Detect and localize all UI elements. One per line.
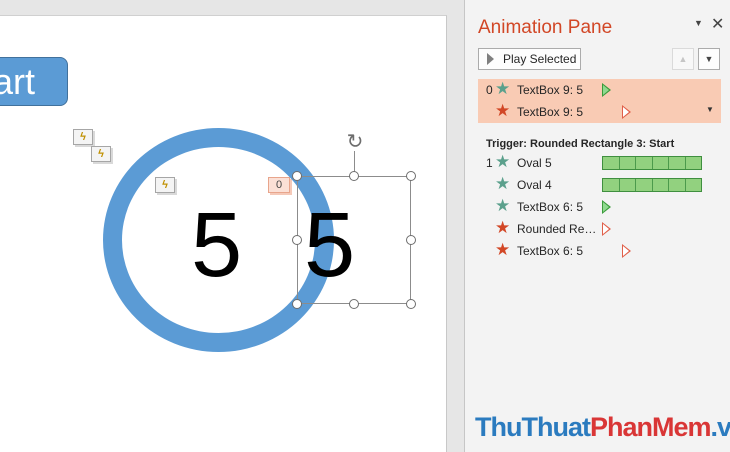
- start-rounded-rectangle[interactable]: art: [0, 57, 68, 106]
- resize-handle-bottom-left[interactable]: [292, 299, 302, 309]
- lightning-icon[interactable]: ϟ: [91, 146, 111, 162]
- lightning-icon[interactable]: ϟ: [73, 129, 93, 145]
- trigger-header: Trigger: Rounded Rectangle 3: Start: [486, 138, 675, 150]
- textbox-6-digit[interactable]: 5: [191, 199, 242, 291]
- row-label: TextBox 6: 5: [517, 200, 584, 214]
- animation-row[interactable]: ★ TextBox 6: 5: [478, 196, 721, 218]
- move-down-button[interactable]: ▼: [698, 48, 720, 70]
- close-icon[interactable]: ✕: [711, 14, 724, 34]
- watermark: ThuThuatPhanMem.vn: [475, 412, 730, 443]
- row-order-number: 0: [486, 83, 493, 97]
- resize-handle-bottom[interactable]: [349, 299, 359, 309]
- animation-row[interactable]: ★ Rounded Rect...: [478, 218, 721, 240]
- resize-handle-top[interactable]: [349, 171, 359, 181]
- slide-canvas: art ϟ ϟ ϟ 0 5 5 ↻: [0, 0, 464, 452]
- watermark-part: .vn: [710, 412, 730, 442]
- exit-star-icon: ★: [495, 240, 511, 259]
- animation-row[interactable]: ★ TextBox 6: 5: [478, 240, 721, 262]
- play-selected-label: Play Selected: [503, 52, 577, 66]
- exit-star-icon: ★: [495, 101, 511, 120]
- exit-star-icon: ★: [495, 218, 511, 237]
- resize-handle-left[interactable]: [292, 235, 302, 245]
- watermark-part: PhanMem: [589, 412, 712, 442]
- animation-pane: Animation Pane ▼ ✕ Play Selected ▲ ▼ 0 ★…: [464, 0, 730, 452]
- animation-row[interactable]: ★ TextBox 9: 5 ▼: [478, 101, 721, 123]
- resize-handle-top-right[interactable]: [406, 171, 416, 181]
- timing-triangle-icon: [622, 105, 631, 119]
- animation-row[interactable]: 0 ★ TextBox 9: 5: [478, 79, 721, 101]
- resize-handle-bottom-right[interactable]: [406, 299, 416, 309]
- entrance-star-icon: ★: [495, 79, 511, 98]
- animation-row[interactable]: 1 ★ Oval 5: [478, 152, 721, 174]
- entrance-star-icon: ★: [495, 196, 511, 215]
- slide[interactable]: art ϟ ϟ ϟ 0 5 5 ↻: [0, 15, 447, 452]
- pane-options-icon[interactable]: ▼: [694, 18, 703, 28]
- resize-handle-top-left[interactable]: [292, 171, 302, 181]
- animation-row[interactable]: ★ Oval 4: [478, 174, 721, 196]
- row-label: Rounded Rect...: [517, 222, 600, 236]
- timing-bar: [602, 156, 702, 170]
- row-label: TextBox 9: 5: [517, 83, 584, 97]
- rotate-icon[interactable]: ↻: [343, 131, 367, 153]
- play-icon: [487, 53, 494, 65]
- watermark-part: ThuThuat: [475, 412, 591, 442]
- timing-bar: [602, 178, 702, 192]
- row-order-number: 1: [486, 156, 493, 170]
- row-label: Oval 4: [517, 178, 552, 192]
- entrance-star-icon: ★: [495, 152, 511, 171]
- timing-triangle-icon: [602, 222, 611, 236]
- row-label: Oval 5: [517, 156, 552, 170]
- row-dropdown-icon[interactable]: ▼: [706, 105, 714, 114]
- move-up-button[interactable]: ▲: [672, 48, 694, 70]
- timing-triangle-icon: [602, 83, 611, 97]
- timing-triangle-icon: [622, 244, 631, 258]
- resize-handle-right[interactable]: [406, 235, 416, 245]
- selection-box: [297, 176, 411, 304]
- row-label: TextBox 9: 5: [517, 105, 584, 119]
- row-label: TextBox 6: 5: [517, 244, 584, 258]
- play-selected-button[interactable]: Play Selected: [478, 48, 581, 70]
- entrance-star-icon: ★: [495, 174, 511, 193]
- timing-triangle-icon: [602, 200, 611, 214]
- pane-title: Animation Pane: [478, 17, 613, 38]
